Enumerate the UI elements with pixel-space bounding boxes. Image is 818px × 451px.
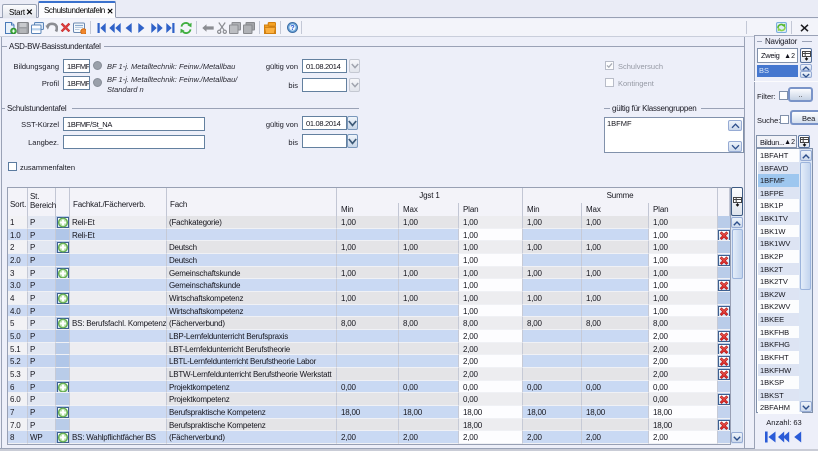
svg-text:?: ?	[290, 25, 294, 32]
